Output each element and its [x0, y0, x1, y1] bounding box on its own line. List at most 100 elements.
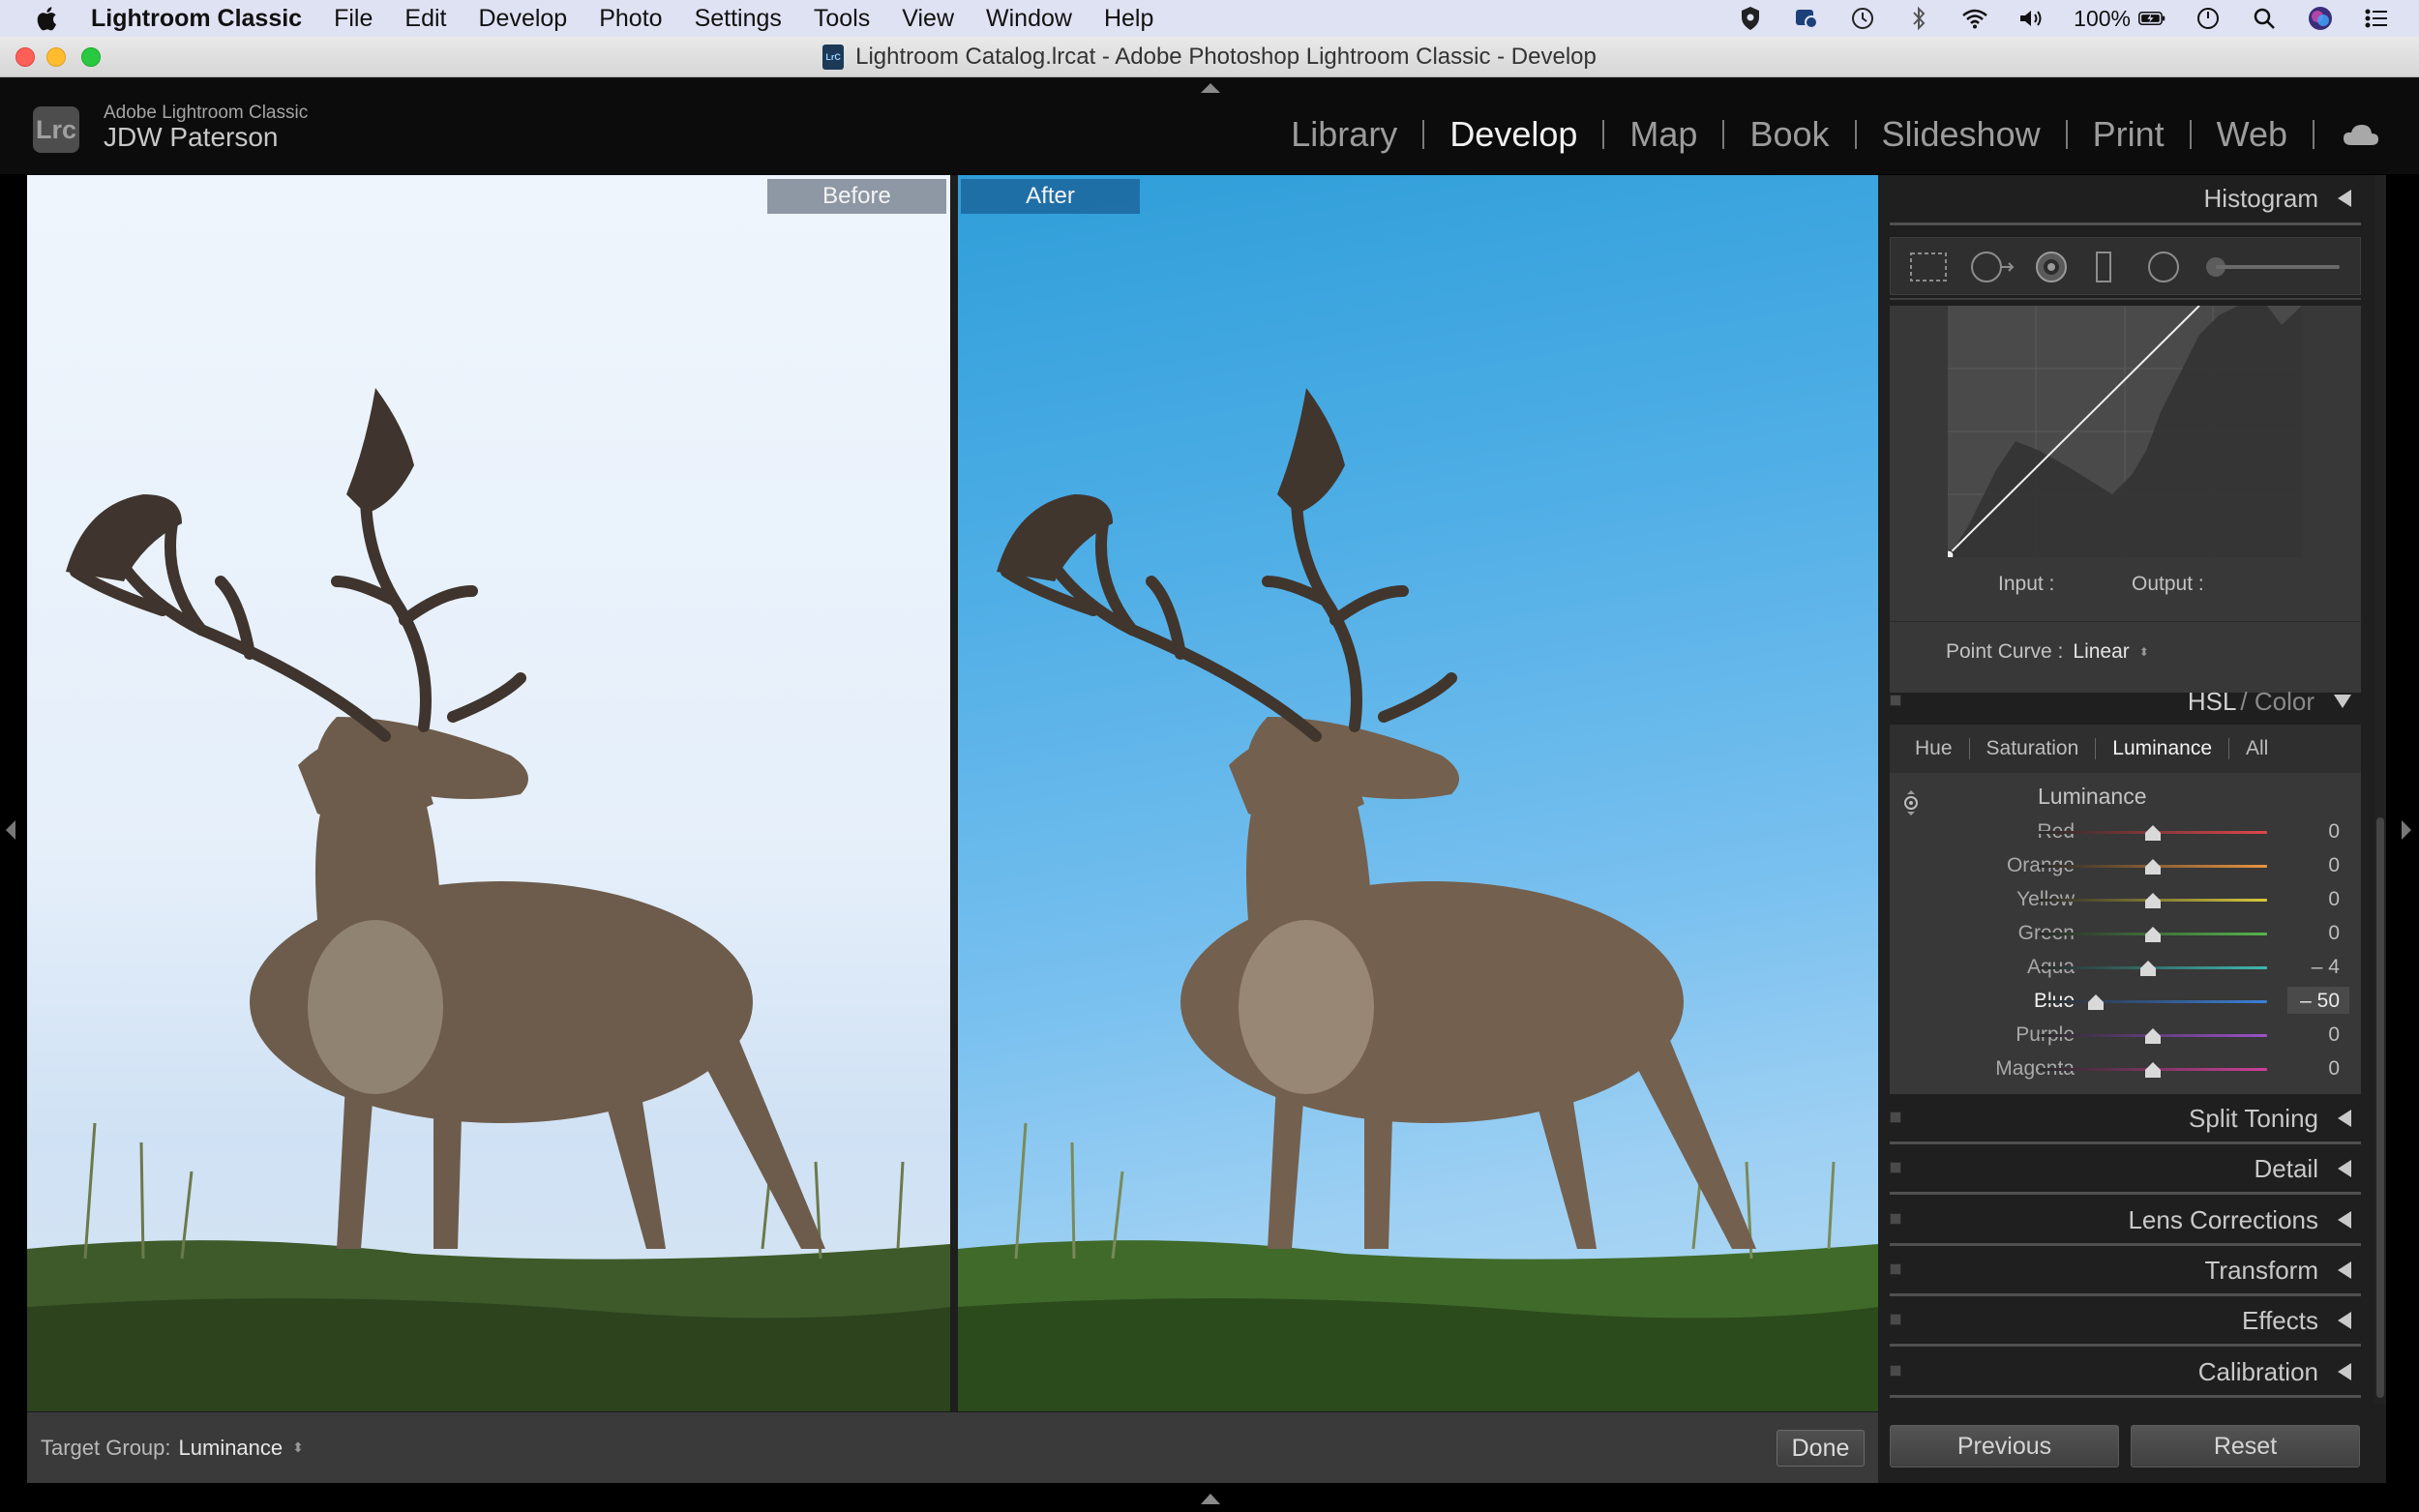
module-develop[interactable]: Develop [1424, 114, 1602, 155]
filmstrip-toggle-icon[interactable] [1201, 1494, 1220, 1504]
right-panel-toggle-icon[interactable] [2402, 820, 2411, 840]
right-panel-scroll-thumb[interactable] [2376, 817, 2384, 1398]
wifi-icon[interactable] [1961, 5, 1988, 32]
slider-value[interactable]: 0 [2328, 1057, 2340, 1081]
slider-row-yellow[interactable]: Yellow 0 [1890, 884, 2361, 917]
shield-icon[interactable] [1737, 5, 1764, 32]
top-panel-toggle-icon[interactable] [1201, 83, 1220, 93]
split-divider[interactable] [950, 175, 958, 1411]
menu-file[interactable]: File [334, 5, 373, 33]
left-panel-toggle-icon[interactable] [6, 820, 15, 840]
updown-arrow-icon[interactable]: ⬍ [2139, 645, 2149, 659]
bluetooth-icon[interactable] [1905, 5, 1932, 32]
panel-header-lens-corrections[interactable]: Lens Corrections [1890, 1196, 2361, 1244]
collapse-arrow-icon[interactable] [2338, 1110, 2351, 1127]
close-window-button[interactable] [15, 47, 35, 67]
module-slideshow[interactable]: Slideshow [1857, 114, 2066, 155]
image-compare-view[interactable]: Before After [27, 175, 1878, 1411]
target-group-select[interactable]: Luminance [179, 1436, 284, 1461]
collapse-arrow-icon[interactable] [2338, 1211, 2351, 1229]
panel-enable-switch[interactable] [1890, 695, 1901, 706]
battery-icon[interactable] [2138, 5, 2165, 32]
cloud-sync-icon[interactable] [1793, 5, 1820, 32]
tab-hue[interactable]: Hue [1890, 737, 1969, 760]
app-menu[interactable]: Lightroom Classic [91, 5, 302, 33]
tone-curve-graph[interactable] [1943, 305, 2302, 561]
after-photo[interactable] [958, 175, 1878, 1411]
module-web[interactable]: Web [2192, 114, 2313, 155]
slider-row-blue[interactable]: Blue – 50 [1890, 986, 2361, 1019]
tab-luminance[interactable]: Luminance [2096, 737, 2228, 760]
histogram-header[interactable]: Histogram [1890, 174, 2361, 222]
panel-enable-switch[interactable] [1890, 1162, 1901, 1173]
slider-row-red[interactable]: Red 0 [1890, 816, 2361, 849]
updown-arrow-icon[interactable]: ⬍ [292, 1439, 304, 1456]
zoom-window-button[interactable] [81, 47, 101, 67]
targeted-adjustment-icon[interactable] [1901, 789, 1921, 816]
slider-value[interactable]: 0 [2328, 888, 2340, 911]
panel-enable-switch[interactable] [1890, 1213, 1901, 1225]
time-machine-icon[interactable] [1849, 5, 1876, 32]
panel-header-detail[interactable]: Detail [1890, 1144, 2361, 1193]
collapse-arrow-icon[interactable] [2338, 190, 2351, 207]
menu-window[interactable]: Window [986, 5, 1072, 33]
slider-value[interactable]: 0 [2328, 922, 2340, 945]
panel-enable-switch[interactable] [1890, 1112, 1901, 1123]
slider-row-aqua[interactable]: Aqua – 4 [1890, 952, 2361, 985]
panel-header-effects[interactable]: Effects [1890, 1296, 2361, 1345]
module-book[interactable]: Book [1724, 114, 1854, 155]
crop-overlay-icon[interactable] [1908, 251, 1949, 283]
spotlight-search-icon[interactable] [2251, 5, 2278, 32]
module-map[interactable]: Map [1604, 114, 1722, 155]
menu-tools[interactable]: Tools [814, 5, 870, 33]
menu-view[interactable]: View [902, 5, 954, 33]
collapse-arrow-icon[interactable] [2338, 1160, 2351, 1177]
menu-photo[interactable]: Photo [599, 5, 662, 33]
slider-track[interactable] [2039, 1000, 2267, 1003]
slider-value[interactable]: 0 [2328, 1023, 2340, 1047]
slider-row-magenta[interactable]: Magenta 0 [1890, 1053, 2361, 1086]
control-center-icon[interactable] [2363, 5, 2390, 32]
minimize-window-button[interactable] [46, 47, 66, 67]
menu-help[interactable]: Help [1104, 5, 1153, 33]
reset-button[interactable]: Reset [2131, 1425, 2360, 1468]
slider-row-purple[interactable]: Purple 0 [1890, 1020, 2361, 1052]
volume-icon[interactable] [2017, 5, 2045, 32]
hsl-color-header[interactable]: HSL / Color [1890, 677, 2361, 726]
slider-value[interactable]: – 50 [2287, 987, 2349, 1014]
panel-header-transform[interactable]: Transform [1890, 1246, 2361, 1294]
slider-row-green[interactable]: Green 0 [1890, 918, 2361, 951]
expand-arrow-icon[interactable] [2334, 695, 2351, 708]
slider-value[interactable]: 0 [2328, 820, 2340, 844]
before-photo[interactable] [27, 175, 950, 1411]
done-button[interactable]: Done [1777, 1430, 1865, 1467]
color-title[interactable]: / Color [2240, 687, 2314, 717]
collapse-arrow-icon[interactable] [2338, 1312, 2351, 1329]
slider-value[interactable]: 0 [2328, 854, 2340, 877]
siri-icon[interactable] [2307, 5, 2334, 32]
collapse-arrow-icon[interactable] [2338, 1261, 2351, 1279]
menu-edit[interactable]: Edit [404, 5, 446, 33]
slider-row-orange[interactable]: Orange 0 [1890, 850, 2361, 883]
apple-menu-icon[interactable] [33, 4, 58, 33]
panel-enable-switch[interactable] [1890, 1314, 1901, 1325]
previous-button[interactable]: Previous [1890, 1425, 2119, 1468]
graduated-filter-icon[interactable] [2094, 251, 2113, 283]
point-curve-select[interactable]: Linear [2073, 640, 2129, 664]
panel-enable-switch[interactable] [1890, 1263, 1901, 1275]
adjustment-brush-icon[interactable] [2200, 251, 2345, 283]
tab-all[interactable]: All [2229, 737, 2285, 760]
tab-saturation[interactable]: Saturation [1970, 737, 2096, 760]
module-library[interactable]: Library [1266, 114, 1422, 155]
panel-header-split-toning[interactable]: Split Toning [1890, 1094, 2361, 1142]
menu-develop[interactable]: Develop [478, 5, 567, 33]
panel-enable-switch[interactable] [1890, 1365, 1901, 1377]
panel-header-calibration[interactable]: Calibration [1890, 1348, 2361, 1396]
radial-filter-icon[interactable] [2146, 251, 2181, 283]
module-print[interactable]: Print [2068, 114, 2190, 155]
red-eye-icon[interactable] [2034, 251, 2069, 283]
cloud-sync-status-icon[interactable] [2342, 122, 2380, 147]
clock-icon[interactable] [2195, 5, 2222, 32]
slider-value[interactable]: – 4 [2312, 956, 2340, 979]
menu-settings[interactable]: Settings [695, 5, 782, 33]
